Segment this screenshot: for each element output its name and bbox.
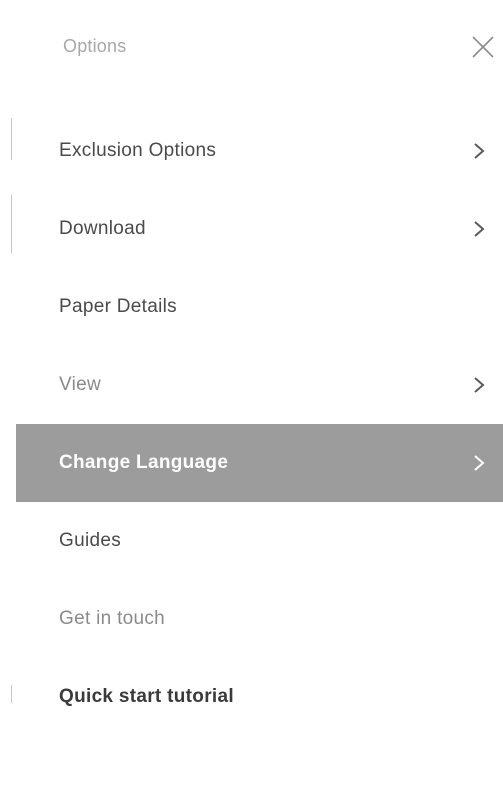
menu-item-quick-start-tutorial[interactable]: Quick start tutorial xyxy=(16,658,503,736)
edge-divider xyxy=(11,685,12,703)
menu-item-guides[interactable]: Guides xyxy=(16,502,503,580)
chevron-right-icon xyxy=(473,220,485,238)
menu-item-download[interactable]: Download xyxy=(16,190,503,268)
menu-item-label: Guides xyxy=(59,530,122,551)
edge-divider xyxy=(11,118,12,160)
menu-item-change-language[interactable]: Change Language xyxy=(16,424,503,502)
panel-header: Options xyxy=(0,0,503,100)
chevron-right-icon xyxy=(473,142,485,160)
menu-item-label: View xyxy=(59,374,102,395)
options-menu: Exclusion Options Download Paper Details… xyxy=(16,112,503,736)
close-icon[interactable] xyxy=(470,34,496,60)
menu-item-paper-details[interactable]: Paper Details xyxy=(16,268,503,346)
menu-item-label: Paper Details xyxy=(59,296,177,317)
edge-divider xyxy=(11,195,12,253)
menu-item-label: Download xyxy=(59,218,146,239)
menu-item-label: Change Language xyxy=(59,452,229,473)
menu-item-label: Get in touch xyxy=(59,608,166,629)
menu-item-label: Quick start tutorial xyxy=(59,686,234,707)
chevron-right-icon xyxy=(473,376,485,394)
panel-title: Options xyxy=(63,36,127,56)
options-panel: Options Exclusion Options Download Paper… xyxy=(0,0,503,810)
menu-item-label: Exclusion Options xyxy=(59,140,217,161)
menu-item-view[interactable]: View xyxy=(16,346,503,424)
menu-item-get-in-touch[interactable]: Get in touch xyxy=(16,580,503,658)
menu-item-exclusion-options[interactable]: Exclusion Options xyxy=(16,112,503,190)
chevron-right-icon xyxy=(473,454,485,472)
